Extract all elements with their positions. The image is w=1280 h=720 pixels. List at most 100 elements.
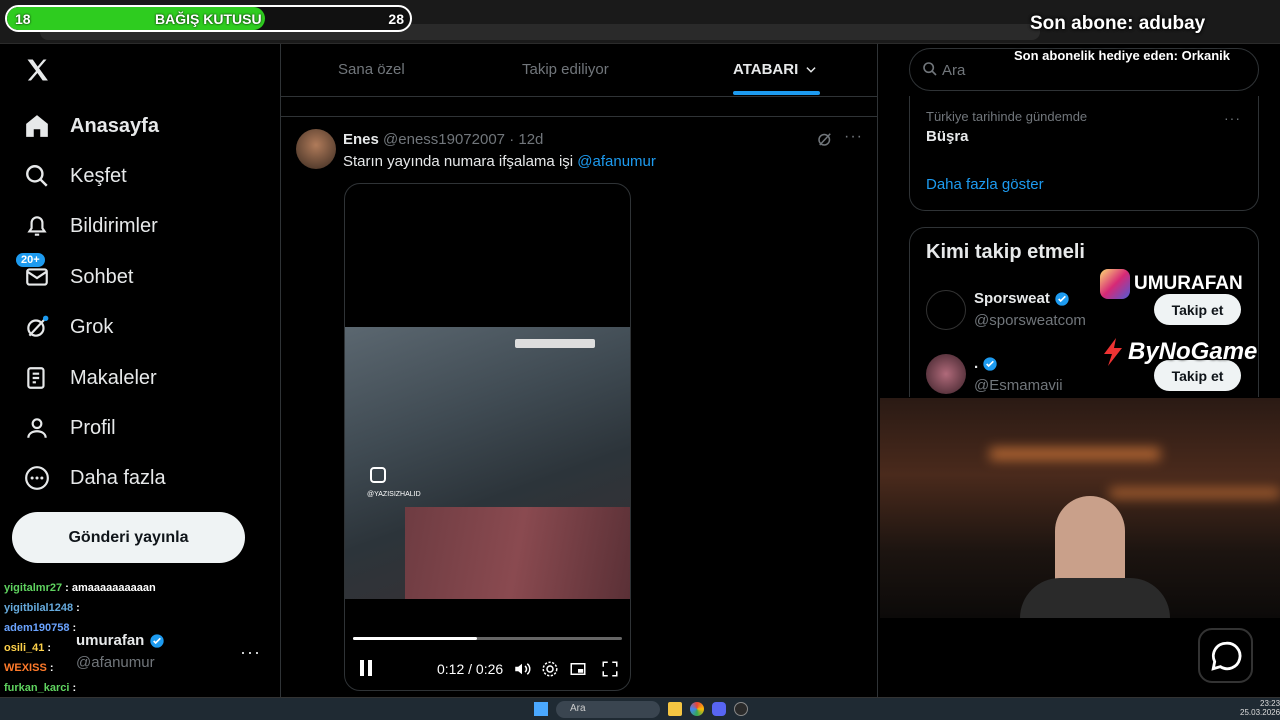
tab-for-you[interactable]: Sana özel (338, 61, 405, 78)
search-placeholder: Ara (942, 62, 966, 79)
chat-user: yigitbilal1248 (4, 602, 74, 614)
follow-name-row[interactable]: Sporsweat (974, 290, 1070, 307)
nav-item-more[interactable]: Daha fazla (22, 458, 166, 498)
account-more-icon[interactable]: ··· (240, 642, 261, 663)
tweet-text: Starın yayında numara ifşalama işi @afan… (343, 153, 656, 170)
follow-avatar[interactable] (926, 290, 966, 330)
active-tab-indicator (733, 91, 820, 95)
light-strip (990, 448, 1160, 460)
tweet-avatar[interactable] (296, 129, 336, 169)
tweet-author[interactable]: Enes @eness19072007 · 12d (343, 131, 543, 148)
video-player[interactable]: @YAZISIZHALID 0:12 / 0:26 (344, 183, 631, 691)
trend-title[interactable]: Büşra (926, 128, 969, 145)
instagram-brand-text: UMURAFAN (1134, 273, 1243, 294)
chat-msg: : (72, 622, 77, 634)
nav-item-grok[interactable]: Grok (22, 307, 113, 347)
tweet-more-icon[interactable]: ··· (844, 128, 863, 146)
pip-icon[interactable] (569, 660, 587, 678)
chat-bubble-button[interactable] (1198, 628, 1253, 683)
nav-item-explore[interactable]: Keşfet (22, 156, 127, 196)
account-name-row[interactable]: umurafan (76, 632, 165, 649)
tab-label: ATABARI (733, 61, 799, 78)
account-name: umurafan (76, 632, 145, 649)
chevron-down-icon (804, 63, 818, 77)
settings-icon[interactable] (541, 660, 559, 678)
follow-name: Sporsweat (974, 290, 1050, 307)
nav-item-notifications[interactable]: Bildirimler (22, 206, 158, 246)
taskbar-search[interactable]: Ara (556, 701, 660, 718)
discord-icon[interactable] (712, 702, 726, 716)
chat-msg: : (49, 662, 54, 674)
volume-icon[interactable] (513, 660, 531, 678)
taskbar-date: 25.03.2026 (1240, 708, 1280, 717)
last-gift-text: Son abonelik hediye eden: Orkanik (1014, 48, 1231, 63)
chat-line: osili_41 : (4, 642, 51, 654)
follow-name-row[interactable]: . (974, 355, 998, 372)
donation-label: BAĞIŞ KUTUSU (155, 11, 262, 27)
nav-item-home[interactable]: Anasayfa (22, 106, 159, 146)
chat-msg: : amaaaaaaaaaan (65, 582, 156, 594)
video-progress[interactable] (353, 637, 622, 640)
nav-label: Profil (70, 416, 116, 439)
nav-item-articles[interactable]: Makaleler (22, 358, 157, 398)
mention-link[interactable]: @afanumur (577, 153, 656, 170)
tweet-time: · 12d (509, 131, 544, 148)
divider (280, 116, 878, 117)
person-icon (22, 413, 52, 443)
nav-label: Grok (70, 315, 114, 338)
bynogame-brand: ByNoGame (1102, 338, 1257, 366)
windows-start-icon[interactable] (534, 702, 548, 716)
search-icon (922, 61, 938, 77)
chat-line: yigitbilal1248 : (4, 602, 80, 614)
tab-atabari[interactable]: ATABARI (733, 61, 818, 78)
webcam-feed (880, 398, 1280, 618)
pause-icon[interactable] (359, 660, 373, 676)
nav-label: Keşfet (70, 164, 127, 187)
donation-bar: 18 BAĞIŞ KUTUSU 28 (5, 5, 412, 32)
bynogame-logo-icon (1102, 338, 1124, 366)
grok-icon[interactable] (816, 130, 834, 148)
light-strip (1110, 488, 1280, 498)
last-sub-text: Son abone: adubay (1030, 13, 1206, 34)
taskbar-time: 23:23 (1260, 699, 1280, 708)
taskbar-clock: 23:23 25.03.2026 (1240, 699, 1280, 717)
app-icon[interactable] (734, 702, 748, 716)
chat-user: furkan_karci (4, 682, 70, 694)
account-handle: @afanumur (76, 654, 155, 671)
home-icon (22, 111, 52, 141)
chat-msg: : (76, 602, 80, 614)
chat-user: WEXISS (4, 662, 47, 674)
mail-icon (22, 262, 52, 292)
donation-right-value: 28 (388, 11, 404, 27)
folder-icon[interactable] (668, 702, 682, 716)
article-icon (22, 363, 52, 393)
chat-line: furkan_karci : (4, 682, 76, 694)
chat-user: yigitalmr27 (4, 582, 63, 594)
post-button[interactable]: Gönderi yayınla (12, 512, 245, 563)
more-circle-icon (22, 463, 52, 493)
tab-following[interactable]: Takip ediliyor (522, 61, 609, 78)
grok-icon (22, 312, 52, 342)
follow-avatar[interactable] (926, 354, 966, 394)
nav-item-chat[interactable]: Sohbet (22, 257, 133, 297)
nav-item-profile[interactable]: Profil (22, 408, 116, 448)
trend-more-icon[interactable]: ··· (1224, 110, 1241, 126)
x-logo-icon[interactable] (24, 56, 52, 84)
bell-icon (22, 211, 52, 241)
video-progress-fill (353, 637, 477, 640)
verified-icon (149, 633, 165, 649)
chrome-icon[interactable] (690, 702, 704, 716)
os-taskbar: Ara 23:23 25.03.2026 (0, 697, 1280, 720)
nav-label: Makaleler (70, 366, 157, 389)
chat-user: adem190758 (4, 622, 70, 634)
show-more-link[interactable]: Daha fazla göster (926, 176, 1044, 193)
trend-context: Türkiye tarihinde gündemde (926, 109, 1088, 124)
tweet-body: Starın yayında numara ifşalama işi (343, 153, 574, 170)
search-icon (22, 161, 52, 191)
fullscreen-icon[interactable] (601, 660, 619, 678)
donation-left-value: 18 (15, 11, 31, 27)
score-overlay (515, 339, 595, 348)
follow-name: . (974, 355, 979, 372)
author-handle: @eness19072007 (383, 131, 506, 148)
nav-label: Bildirimler (70, 214, 158, 237)
